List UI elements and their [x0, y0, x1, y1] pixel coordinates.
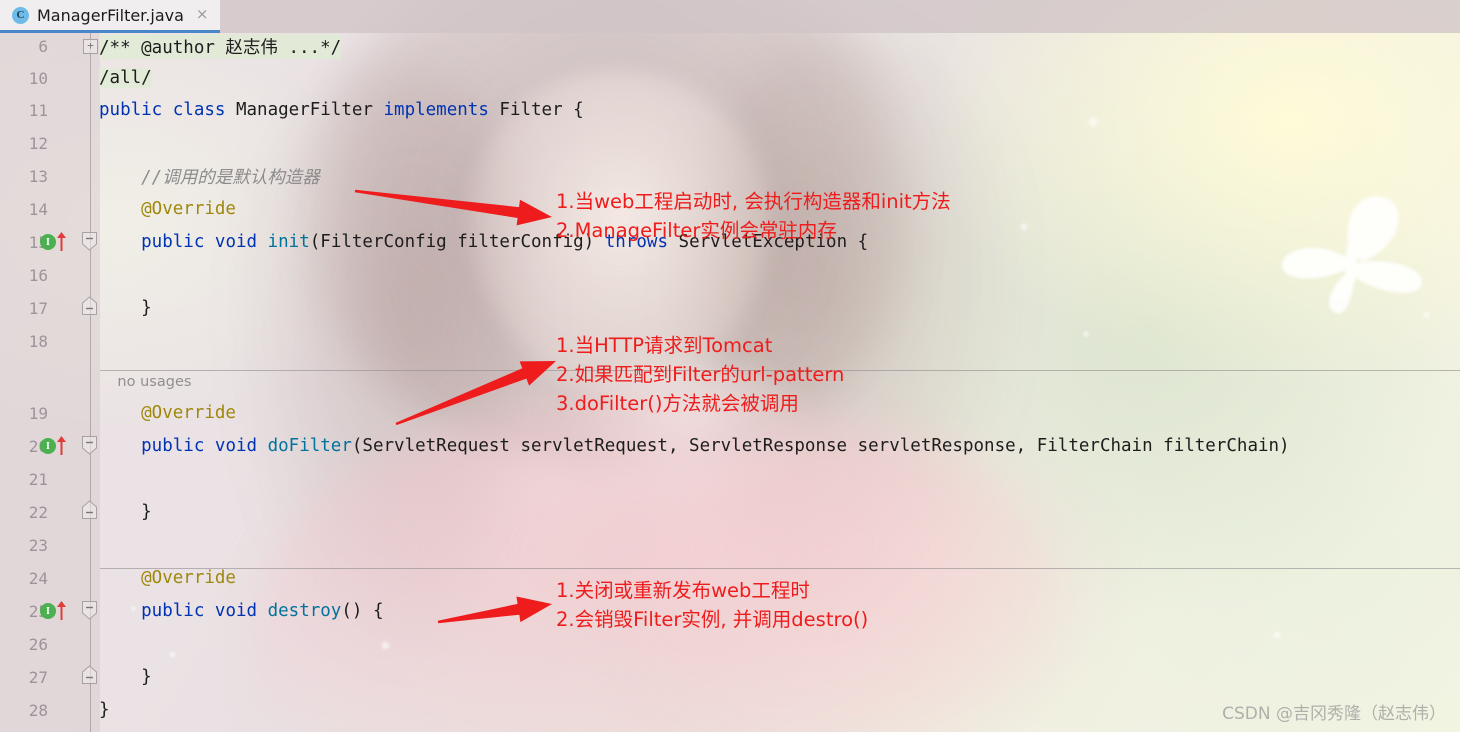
annotation-line: 3.doFilter()方法就会被调用: [556, 392, 799, 415]
annotation-line: 2.如果匹配到Filter的url-pattern: [556, 363, 845, 386]
ide-editor-window: C ManagerFilter.java × 6 +/** @author 赵志伟…: [0, 0, 1460, 732]
annotation-init-note: 1.当web工程启动时, 会执行构造器和init方法 2.ManageFilter…: [556, 187, 951, 245]
annotation-line: 2.会销毁Filter实例, 并调用destro(): [556, 608, 869, 631]
annotation-dofilter-note: 1.当HTTP请求到Tomcat 2.如果匹配到Filter的url-patter…: [556, 331, 844, 418]
annotation-destroy-note: 1.关闭或重新发布web工程时 2.会销毁Filter实例, 并调用destro(…: [556, 576, 868, 634]
csdn-watermark: CSDN @吉冈秀隆（赵志伟）: [1222, 704, 1446, 724]
annotation-line: 1.当HTTP请求到Tomcat: [556, 334, 773, 357]
annotation-line: 1.当web工程启动时, 会执行构造器和init方法: [556, 190, 951, 213]
annotation-line: 2.ManageFilter实例会常驻内存: [556, 219, 837, 242]
annotation-line: 1.关闭或重新发布web工程时: [556, 579, 810, 602]
